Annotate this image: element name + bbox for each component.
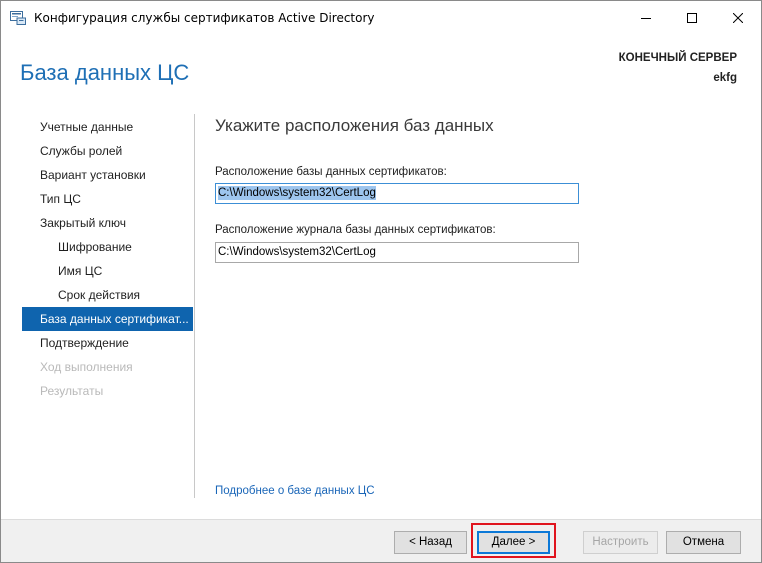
maximize-button[interactable] (669, 1, 715, 33)
more-about-ca-database-link[interactable]: Подробнее о базе данных ЦС (215, 485, 375, 497)
server-config-icon (10, 10, 26, 25)
db-location-label: Расположение базы данных сертификатов: (215, 166, 447, 178)
destination-server-name: ekfg (713, 72, 737, 84)
window-title: Конфигурация службы сертификатов Active … (34, 11, 375, 25)
close-icon (732, 8, 744, 27)
nav-item-cryptography[interactable]: Шифрование (22, 235, 193, 259)
page-title: База данных ЦС (20, 60, 190, 85)
close-button[interactable] (715, 1, 761, 33)
nav-item-validity-period[interactable]: Срок действия (22, 283, 193, 307)
back-button[interactable]: < Назад (394, 531, 467, 554)
title-bar[interactable]: Конфигурация службы сертификатов Active … (1, 1, 761, 35)
minimize-button[interactable] (623, 1, 669, 33)
db-location-value: C:\Windows\system32\CertLog (218, 186, 376, 200)
content-heading: Укажите расположения баз данных (215, 116, 494, 135)
db-location-input[interactable]: C:\Windows\system32\CertLog (215, 183, 579, 204)
nav-item-credentials[interactable]: Учетные данные (22, 115, 193, 139)
log-location-label: Расположение журнала базы данных сертифи… (215, 224, 496, 236)
nav-item-ca-name[interactable]: Имя ЦС (22, 259, 193, 283)
nav-item-ca-type[interactable]: Тип ЦС (22, 187, 193, 211)
wizard-footer: < Назад Далее > Настроить Отмена (1, 519, 761, 562)
next-button[interactable]: Далее > (477, 531, 550, 554)
maximize-icon (687, 8, 697, 27)
nav-item-certificate-database[interactable]: База данных сертификат... (22, 307, 193, 331)
nav-item-setup-type[interactable]: Вариант установки (22, 163, 193, 187)
nav-item-results: Результаты (40, 384, 104, 398)
wizard-window: Конфигурация службы сертификатов Active … (0, 0, 762, 563)
nav-item-role-services[interactable]: Службы ролей (22, 139, 193, 163)
sidebar-divider (194, 114, 195, 498)
minimize-icon (641, 8, 651, 27)
nav-item-confirmation[interactable]: Подтверждение (22, 331, 193, 355)
configure-button: Настроить (583, 531, 658, 554)
log-location-input[interactable]: C:\Windows\system32\CertLog (215, 242, 579, 263)
nav-item-private-key[interactable]: Закрытый ключ (22, 211, 193, 235)
destination-server-label: КОНЕЧНЫЙ СЕРВЕР (618, 52, 737, 64)
cancel-button[interactable]: Отмена (666, 531, 741, 554)
nav-item-progress: Ход выполнения (40, 360, 133, 374)
